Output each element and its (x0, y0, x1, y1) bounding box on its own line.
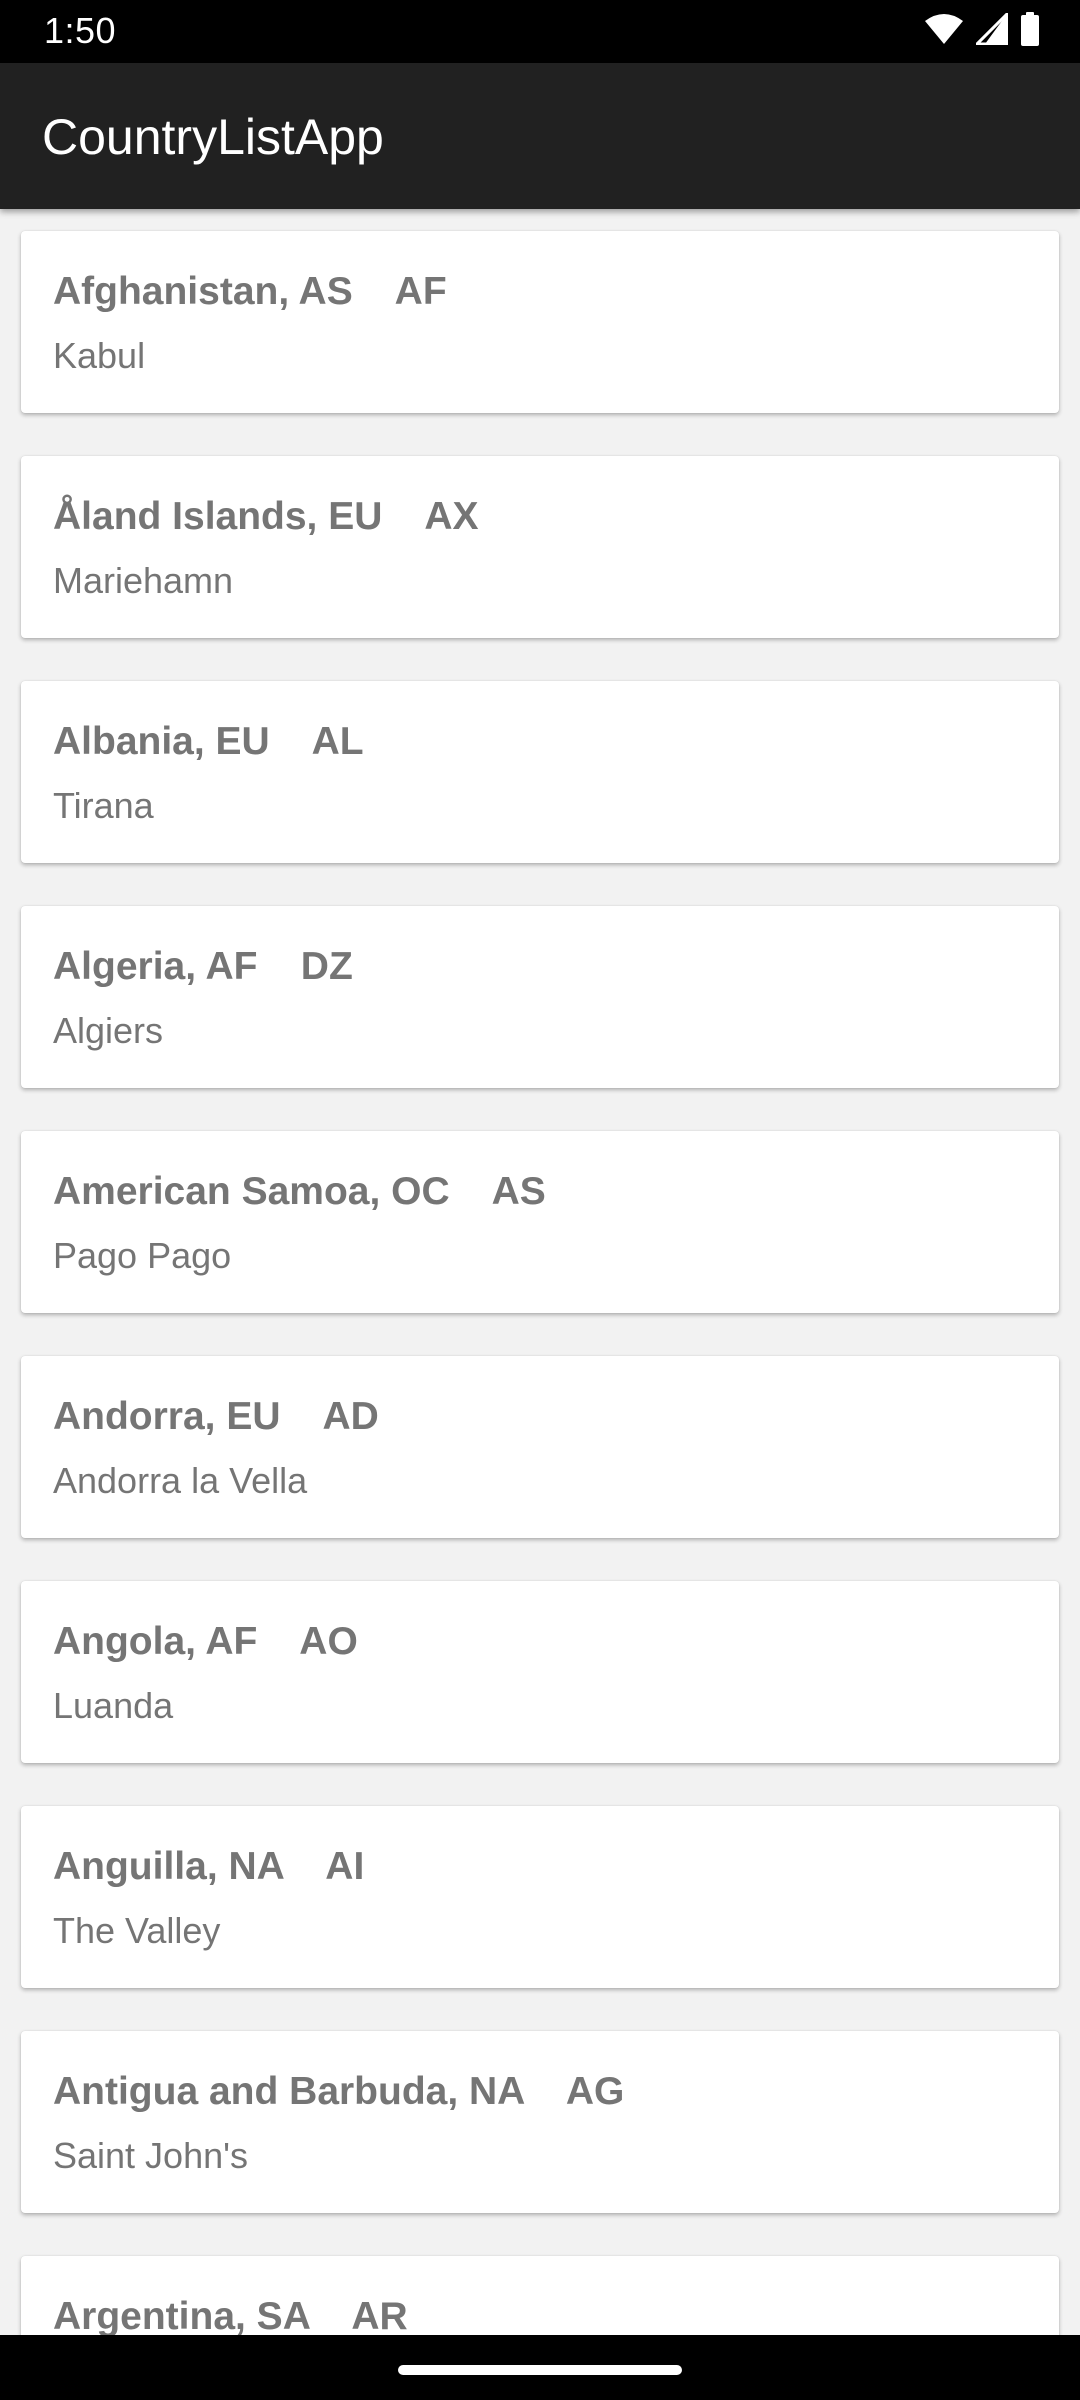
country-title: Albania, EU AL (53, 719, 364, 765)
country-code: AR (351, 2295, 408, 2335)
country-card[interactable]: Angola, AF AO Luanda (21, 1581, 1059, 1763)
country-capital: Saint John's (53, 2135, 248, 2176)
country-capital: Kabul (53, 335, 146, 376)
home-gesture-handle[interactable] (398, 2365, 682, 2375)
country-capital: Mariehamn (53, 560, 234, 601)
country-capital: Luanda (53, 1685, 174, 1726)
country-title: Antigua and Barbuda, NA AG (53, 2069, 624, 2115)
country-code: AF (394, 270, 447, 313)
country-card[interactable]: Afghanistan, AS AF Kabul (21, 231, 1059, 413)
country-title: Afghanistan, AS AF (53, 269, 447, 315)
country-code: AS (491, 1170, 546, 1213)
navigation-bar (0, 2335, 1080, 2400)
battery-icon (1020, 11, 1040, 51)
country-name-region: Åland Islands, EU (53, 495, 383, 538)
country-name-region: Andorra, EU (53, 1395, 281, 1438)
country-card[interactable]: Algeria, AF DZ Algiers (21, 906, 1059, 1088)
country-card[interactable]: Albania, EU AL Tirana (21, 681, 1059, 863)
country-name-region: Angola, AF (53, 1620, 258, 1663)
country-capital: Tirana (53, 785, 154, 826)
country-capital: The Valley (53, 1910, 221, 1951)
country-card[interactable]: American Samoa, OC AS Pago Pago (21, 1131, 1059, 1313)
country-name-region: Argentina, SA (53, 2295, 310, 2335)
country-card[interactable]: Anguilla, NA AI The Valley (21, 1806, 1059, 1988)
country-title: Argentina, SA AR (53, 2294, 408, 2335)
country-title: Angola, AF AO (53, 1619, 358, 1665)
country-card[interactable]: Åland Islands, EU AX Mariehamn (21, 456, 1059, 638)
country-name-region: Afghanistan, AS (53, 270, 353, 313)
status-bar: 1:50 (0, 0, 1080, 63)
country-name-region: Algeria, AF (53, 945, 258, 988)
app-bar: CountryListApp (0, 63, 1080, 209)
country-code: AD (322, 1395, 379, 1438)
country-title: Åland Islands, EU AX (53, 494, 479, 540)
country-code: AG (565, 2070, 625, 2113)
country-card[interactable]: Antigua and Barbuda, NA AG Saint John's (21, 2031, 1059, 2213)
status-time: 1:50 (44, 10, 117, 51)
status-icons (924, 9, 1040, 51)
country-code: AI (325, 1845, 365, 1888)
country-list[interactable]: Afghanistan, AS AF Kabul Åland Islands, … (0, 209, 1080, 2335)
country-card[interactable]: Argentina, SA AR (21, 2256, 1059, 2335)
country-title: Andorra, EU AD (53, 1394, 379, 1440)
country-name-region: Albania, EU (53, 720, 270, 763)
country-name-region: Anguilla, NA (53, 1845, 284, 1888)
country-code: AO (299, 1620, 358, 1663)
country-title: American Samoa, OC AS (53, 1169, 546, 1215)
country-capital: Andorra la Vella (53, 1460, 308, 1501)
wifi-icon (924, 13, 964, 50)
country-card[interactable]: Andorra, EU AD Andorra la Vella (21, 1356, 1059, 1538)
country-code: DZ (300, 945, 353, 988)
country-title: Algeria, AF DZ (53, 944, 353, 990)
country-title: Anguilla, NA AI (53, 1844, 364, 1890)
country-name-region: American Samoa, OC (53, 1170, 450, 1213)
cellular-signal-icon (973, 9, 1009, 50)
country-name-region: Antigua and Barbuda, NA (53, 2070, 524, 2113)
app-title: CountryListApp (42, 109, 384, 165)
country-capital: Algiers (53, 1010, 164, 1051)
country-code: AL (311, 720, 364, 763)
country-code: AX (424, 495, 479, 538)
country-capital: Pago Pago (53, 1235, 232, 1276)
